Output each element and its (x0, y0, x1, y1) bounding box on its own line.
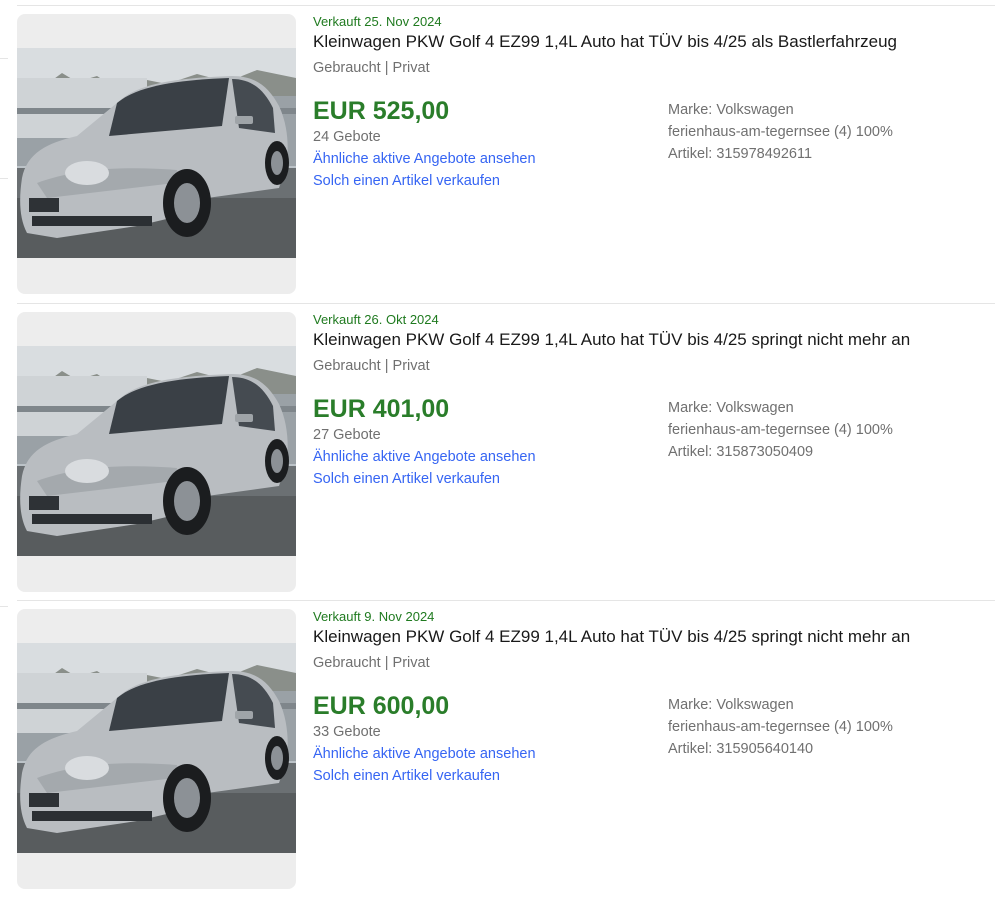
item-number: Artikel: 315978492611 (668, 146, 813, 162)
listing-thumbnail[interactable] (17, 14, 296, 294)
sell-similar-link[interactable]: Solch einen Artikel verkaufen (313, 471, 500, 487)
sold-date: Verkauft 25. Nov 2024 (313, 14, 442, 29)
listing-condition: Gebraucht | Privat (313, 358, 430, 374)
listing-title[interactable]: Kleinwagen PKW Golf 4 EZ99 1,4L Auto hat… (313, 32, 897, 52)
listing-title[interactable]: Kleinwagen PKW Golf 4 EZ99 1,4L Auto hat… (313, 330, 910, 350)
listing-card: Verkauft 26. Okt 2024 Kleinwagen PKW Gol… (0, 303, 995, 600)
listing-info: Verkauft 25. Nov 2024 Kleinwagen PKW Gol… (313, 5, 993, 302)
listing-price: EUR 525,00 (313, 97, 450, 125)
car-photo-icon (17, 48, 296, 258)
listing-info: Verkauft 9. Nov 2024 Kleinwagen PKW Golf… (313, 600, 993, 897)
car-photo-icon (17, 346, 296, 556)
bid-count: 33 Gebote (313, 724, 381, 740)
sold-date: Verkauft 26. Okt 2024 (313, 312, 439, 327)
seller-info: ferienhaus-am-tegernsee (4) 100% (668, 719, 893, 735)
item-number: Artikel: 315873050409 (668, 444, 814, 460)
brand-label: Marke: Volkswagen (668, 102, 794, 118)
bid-count: 27 Gebote (313, 427, 381, 443)
listing-price: EUR 401,00 (313, 395, 450, 423)
bid-count: 24 Gebote (313, 129, 381, 145)
listing-condition: Gebraucht | Privat (313, 655, 430, 671)
similar-listings-link[interactable]: Ähnliche aktive Angebote ansehen (313, 449, 536, 465)
listing-thumbnail[interactable] (17, 312, 296, 592)
sell-similar-link[interactable]: Solch einen Artikel verkaufen (313, 768, 500, 784)
sold-date: Verkauft 9. Nov 2024 (313, 609, 435, 624)
similar-listings-link[interactable]: Ähnliche aktive Angebote ansehen (313, 746, 536, 762)
brand-label: Marke: Volkswagen (668, 697, 794, 713)
listing-condition: Gebraucht | Privat (313, 60, 430, 76)
item-number: Artikel: 315905640140 (668, 741, 814, 757)
listing-card: Verkauft 9. Nov 2024 Kleinwagen PKW Golf… (0, 600, 995, 897)
car-photo-icon (17, 643, 296, 853)
similar-listings-link[interactable]: Ähnliche aktive Angebote ansehen (313, 151, 536, 167)
brand-label: Marke: Volkswagen (668, 400, 794, 416)
listing-card: Verkauft 25. Nov 2024 Kleinwagen PKW Gol… (0, 5, 995, 302)
seller-info: ferienhaus-am-tegernsee (4) 100% (668, 422, 893, 438)
listing-price: EUR 600,00 (313, 692, 450, 720)
sell-similar-link[interactable]: Solch einen Artikel verkaufen (313, 173, 500, 189)
seller-info: ferienhaus-am-tegernsee (4) 100% (668, 124, 893, 140)
listing-thumbnail[interactable] (17, 609, 296, 889)
listing-info: Verkauft 26. Okt 2024 Kleinwagen PKW Gol… (313, 303, 993, 600)
listing-title[interactable]: Kleinwagen PKW Golf 4 EZ99 1,4L Auto hat… (313, 627, 910, 647)
